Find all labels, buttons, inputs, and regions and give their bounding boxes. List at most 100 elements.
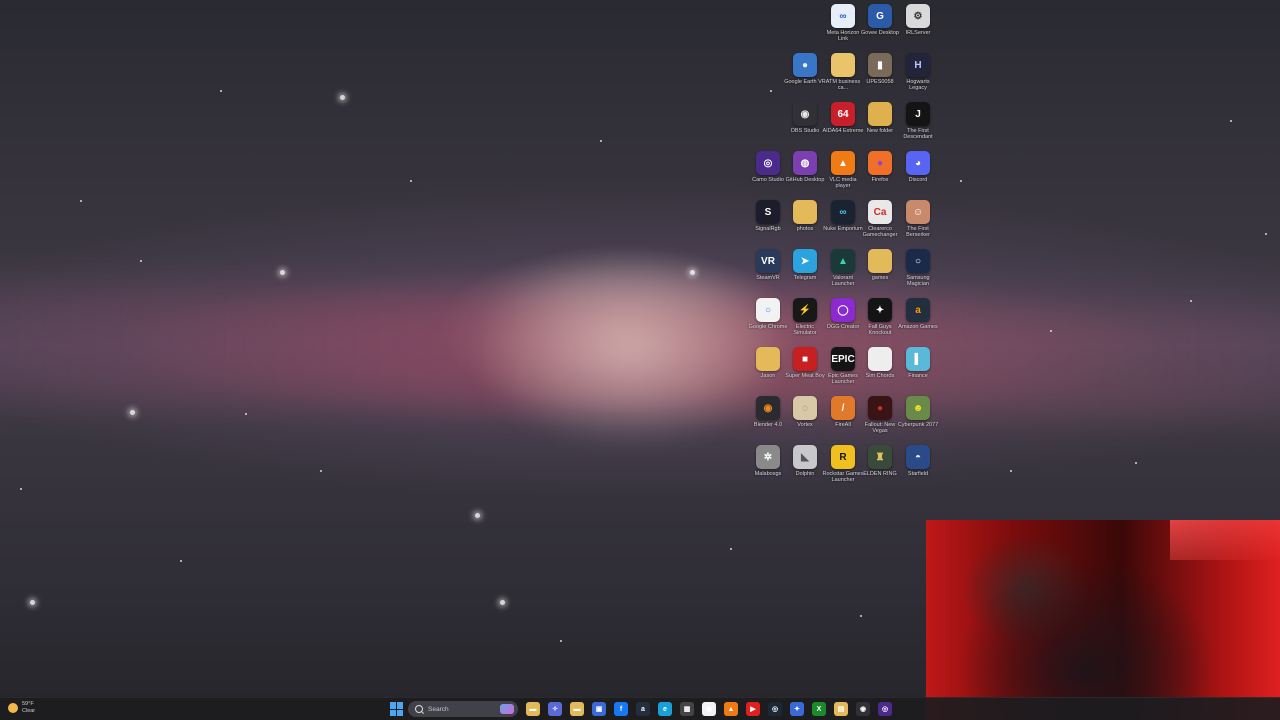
desktop-icon[interactable]: ◯ OGG Creator	[824, 298, 862, 346]
telegram-icon: ➤	[793, 249, 817, 273]
camo-icon[interactable]: ◎	[878, 702, 892, 716]
star	[1190, 300, 1192, 302]
desktop-icon[interactable]: J The First Descendant	[899, 102, 937, 150]
desktop-icon[interactable]: ◉ OBS Studio	[786, 102, 824, 150]
app-icon: ⚡	[793, 298, 817, 322]
desktop-icon[interactable]: ▌ Finance	[899, 347, 937, 395]
desktop-icon[interactable]: ∞ Nuke Emporium	[823, 200, 863, 248]
desktop-icon-label: Blender 4.0	[753, 422, 783, 428]
desktop-icon[interactable]: / FireAll	[824, 396, 862, 444]
app-icon: ◣	[793, 445, 817, 469]
desktop-icon-label: Clearerco Gamechanger	[862, 226, 898, 238]
desktop-icon-label: VLC media player	[829, 177, 857, 189]
calculator-icon[interactable]: ▦	[680, 702, 694, 716]
webcam-overlay	[926, 520, 1280, 720]
desktop-icon[interactable]: R Rockstar Games Launcher	[823, 445, 863, 493]
star	[730, 548, 732, 550]
desktop-icon[interactable]: ♜ ELDEN RING	[861, 445, 899, 493]
desktop-icon[interactable]: ◎ Camo Studio	[749, 151, 787, 199]
desktop-icon[interactable]: ☺ The First Berserker	[899, 200, 937, 248]
desktop-icon[interactable]: ∞ Meta Horizon Link	[824, 4, 862, 52]
desktop-icon[interactable]: ■ Super Meat Boy	[785, 347, 825, 395]
vlc-icon[interactable]: ▲	[724, 702, 738, 716]
game-icon: ♜	[868, 445, 892, 469]
obs-icon[interactable]: ◉	[856, 702, 870, 716]
desktop-icon[interactable]: ▲ VLC media player	[824, 151, 862, 199]
desktop-icon[interactable]: ◉ Blender 4.0	[749, 396, 787, 444]
desktop-icon-label: Electric Simulator	[793, 324, 817, 336]
desktop-icon[interactable]: ◍ GitHub Desktop	[786, 151, 824, 199]
desktop-icon[interactable]: ◣ Dolphin	[786, 445, 824, 493]
copilot-icon[interactable]: ✧	[548, 702, 562, 716]
app-icon[interactable]: ✦	[790, 702, 804, 716]
store-icon[interactable]: ▣	[592, 702, 606, 716]
chrome-icon[interactable]: ◉	[702, 702, 716, 716]
desktop-icon[interactable]: Jason	[749, 347, 787, 395]
file-explorer-icon[interactable]: ▬	[526, 702, 540, 716]
star	[770, 90, 772, 92]
desktop-icon[interactable]: Ca Clearerco Gamechanger	[861, 200, 899, 248]
desktop-icon[interactable]: H Hogwarts Legacy	[899, 53, 937, 101]
app-icon: ✲	[756, 445, 780, 469]
facebook-icon[interactable]: f	[614, 702, 628, 716]
desktop-icon[interactable]: ➤ Telegram	[786, 249, 824, 297]
search-placeholder: Search	[428, 705, 449, 713]
desktop-icon[interactable]: ◌ Vortex	[786, 396, 824, 444]
desktop-icon-label: Nuke Emporium	[823, 226, 863, 232]
taskbar-search[interactable]: Search	[408, 701, 518, 717]
desktop-icon[interactable]: ◕ Discord	[899, 151, 937, 199]
desktop-icon[interactable]: a Amazon Games	[898, 298, 938, 346]
xbox-icon[interactable]: X	[812, 702, 826, 716]
desktop-icon-label: photos	[796, 226, 814, 232]
desktop-icon-label: The First Descendant	[903, 128, 933, 140]
desktop-icon[interactable]: New folder	[861, 102, 899, 150]
edge-icon[interactable]: e	[658, 702, 672, 716]
desktop-wallpaper: ∞ Meta Horizon Link G Govee Desktop ⚙ IRLServ…	[0, 0, 1280, 720]
galaxy-core	[470, 250, 790, 450]
desktop-icon-label: Finance	[908, 373, 928, 379]
desktop-icon-label: Amazon Games	[898, 324, 938, 330]
folder-icon[interactable]: ▬	[570, 702, 584, 716]
amazon-icon[interactable]: a	[636, 702, 650, 716]
desktop-icon-label: Starfield	[907, 471, 929, 477]
steam-icon[interactable]: ◎	[768, 702, 782, 716]
start-button[interactable]	[390, 702, 404, 716]
aida-icon: 64	[831, 102, 855, 126]
desktop-icon[interactable]: ◓ Starfield	[899, 445, 937, 493]
star	[600, 140, 602, 142]
desktop-icon[interactable]: ATM business ca...	[824, 53, 862, 101]
desktop-icon[interactable]: ○ Google Chrome	[749, 298, 787, 346]
steamvr-icon: VR	[756, 249, 780, 273]
desktop-icon[interactable]: ○ Samsung Magician	[899, 249, 937, 297]
desktop-icon[interactable]: ⚡ Electric Simulator	[786, 298, 824, 346]
desktop-icon[interactable]: ▮ UPES0058	[861, 53, 899, 101]
star	[130, 410, 135, 415]
folder-icon	[868, 249, 892, 273]
desktop-icon[interactable]: ✦ Fall Guys Knockout	[861, 298, 899, 346]
star	[80, 200, 82, 202]
desktop-icon[interactable]: EPIC Epic Games Launcher	[824, 347, 862, 395]
desktop-icon[interactable]: ● Firefox	[861, 151, 899, 199]
youtube-icon[interactable]: ▶	[746, 702, 760, 716]
weather-widget[interactable]: 59°F Clear	[8, 701, 35, 715]
desktop-icon[interactable]: ✲ Malabosgs	[749, 445, 787, 493]
github-icon: ◍	[793, 151, 817, 175]
desktop-icon[interactable]: VR SteamVR	[749, 249, 787, 297]
desktop-icon-label: SignalRgb	[755, 226, 781, 232]
star	[1135, 462, 1137, 464]
desktop-icon[interactable]: ⚙ IRLServer	[899, 4, 937, 52]
desktop-icon-label: Govee Desktop	[861, 30, 899, 36]
desktop-icon[interactable]: ● Fallout: New Vegas	[861, 396, 899, 444]
desktop-icon[interactable]: ☻ Cyberpunk 2077	[898, 396, 938, 444]
desktop-icon[interactable]: Sim Chords	[861, 347, 899, 395]
search-icon	[415, 705, 423, 713]
desktop-icon[interactable]: ▲ Valorant Launcher	[824, 249, 862, 297]
desktop-icon[interactable]: G Govee Desktop	[861, 4, 899, 52]
desktop-icon[interactable]: S SignalRgb	[749, 200, 787, 248]
notepad-icon[interactable]: ▤	[834, 702, 848, 716]
desktop-icon[interactable]: photos	[786, 200, 824, 248]
desktop-icon[interactable]: 64 AIDA64 Extreme	[823, 102, 863, 150]
desktop-icon[interactable]: games	[861, 249, 899, 297]
search-highlight-icon	[500, 704, 514, 714]
desktop-icon[interactable]: ● Google Earth VR	[784, 53, 826, 101]
